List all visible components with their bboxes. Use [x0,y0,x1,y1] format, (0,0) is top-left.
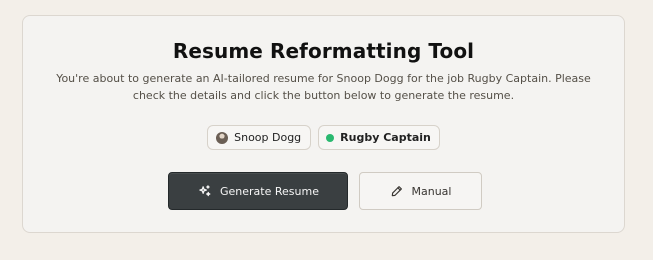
sparkles-icon [197,184,212,199]
candidate-chip: Snoop Dogg [207,125,312,150]
manual-label: Manual [411,184,452,198]
generate-resume-button[interactable]: Generate Resume [168,172,348,210]
page-description: You're about to generate an AI-tailored … [56,72,591,102]
job-chip: Rugby Captain [318,125,440,150]
action-buttons: Generate Resume Manual [168,172,482,210]
job-title: Rugby Captain [340,131,431,144]
pencil-icon [390,184,404,198]
generate-resume-label: Generate Resume [220,184,319,198]
selection-chips: Snoop Dogg Rugby Captain [23,125,624,150]
manual-button[interactable]: Manual [359,172,482,210]
candidate-avatar [216,131,229,144]
resume-tool-card: Resume Reformatting Tool You're about to… [22,15,625,233]
page-title: Resume Reformatting Tool [172,39,475,63]
status-dot-icon [326,133,335,142]
candidate-name: Snoop Dogg [234,131,302,144]
